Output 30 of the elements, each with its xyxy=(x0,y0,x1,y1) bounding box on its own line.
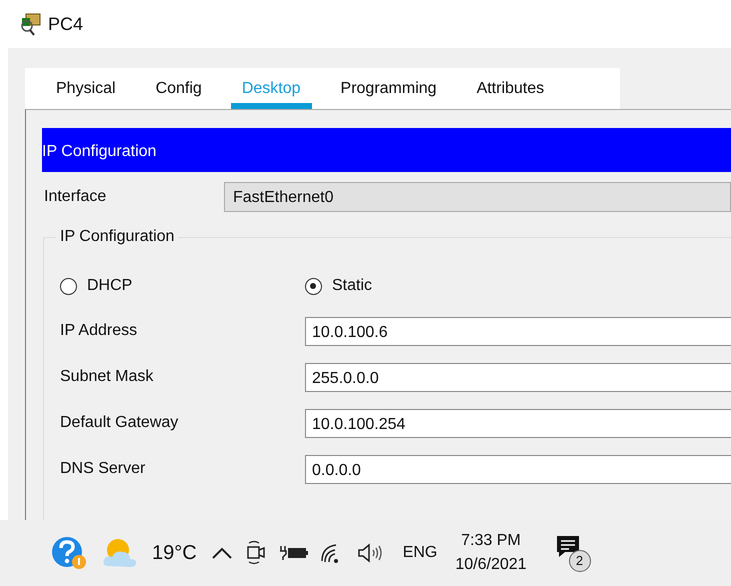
interface-label: Interface xyxy=(43,188,108,206)
tab[interactable]: Attributes xyxy=(466,68,556,109)
language-indicator[interactable]: ENG xyxy=(402,544,438,562)
field-label: IP Address xyxy=(60,322,138,340)
tab[interactable]: Physical xyxy=(45,68,127,109)
tab[interactable]: Programming xyxy=(330,68,448,109)
temperature-text[interactable]: 19°C xyxy=(152,542,197,564)
input-field[interactable]: 0.0.0.0 xyxy=(305,454,731,484)
radio-label[interactable]: DHCP xyxy=(87,277,132,295)
section-header: IP Configuration xyxy=(42,128,731,172)
clock-date[interactable]: 10/6/2021 xyxy=(455,556,527,574)
input-field[interactable]: 10.0.100.254 xyxy=(305,408,731,438)
radio-button[interactable] xyxy=(305,278,322,294)
radio-label[interactable]: Static xyxy=(332,277,372,295)
help-icon[interactable] xyxy=(50,535,88,571)
input-field[interactable]: 10.0.100.6 xyxy=(305,316,731,346)
group-legend: IP Configuration xyxy=(56,228,178,246)
tab[interactable]: Config xyxy=(144,68,213,109)
field-label: Default Gateway xyxy=(60,414,180,432)
input-field[interactable]: 255.0.0.0 xyxy=(305,362,731,392)
interface-field[interactable]: FastEthernet0 xyxy=(224,182,731,212)
chevron-up-icon[interactable] xyxy=(210,546,233,560)
notification-count[interactable]: 2 xyxy=(568,550,591,572)
clock-time[interactable]: 7:33 PM xyxy=(461,532,521,550)
camera-icon[interactable] xyxy=(244,540,267,566)
battery-icon[interactable] xyxy=(278,543,309,563)
radio-button[interactable] xyxy=(60,278,77,294)
window-title: PC4 xyxy=(48,14,84,34)
field-label: Subnet Mask xyxy=(60,368,154,386)
field-label: DNS Server xyxy=(60,460,146,478)
